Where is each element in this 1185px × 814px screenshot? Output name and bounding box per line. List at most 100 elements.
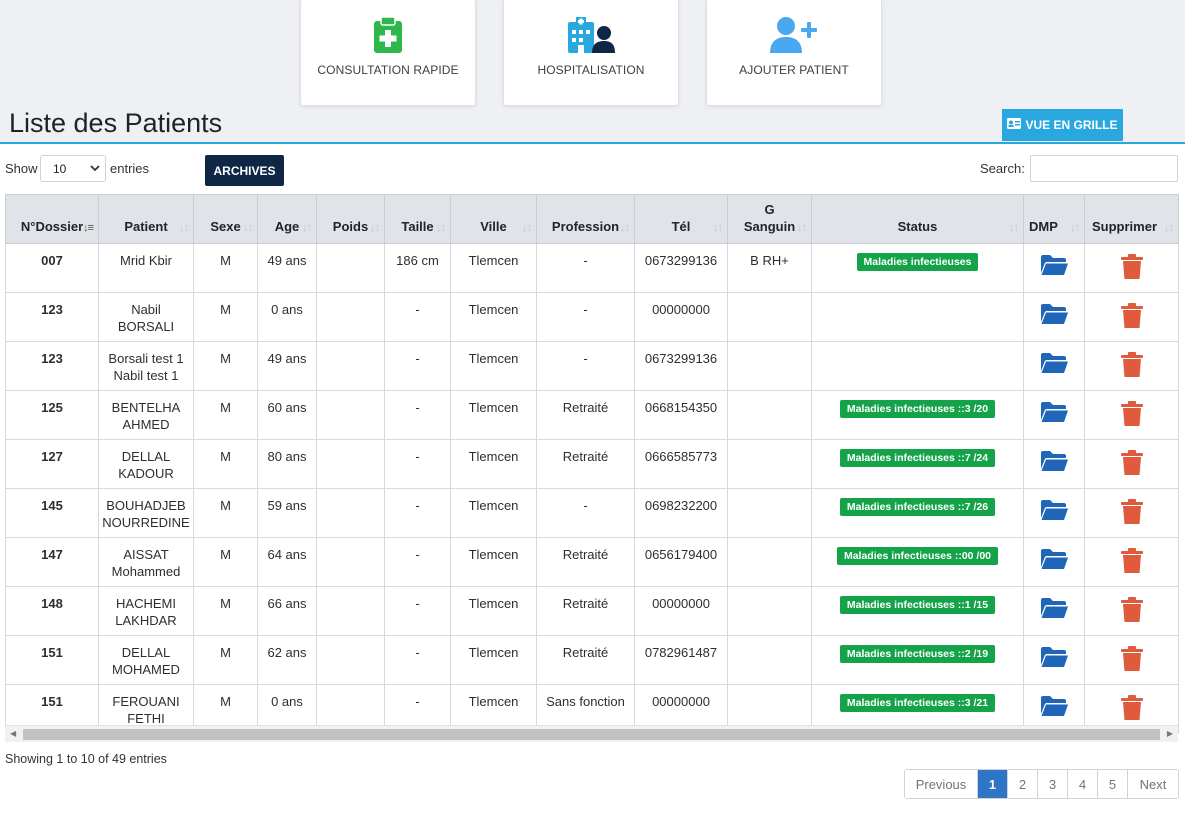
cell-tel: 0698232200 [634, 488, 728, 538]
scroll-left-icon[interactable]: ◀ [10, 729, 16, 738]
cell-dmp [1023, 586, 1085, 636]
cell-sexe: M [193, 439, 258, 489]
open-folder-icon[interactable] [1027, 644, 1081, 668]
cell-age: 64 ans [257, 537, 317, 587]
open-folder-icon[interactable] [1027, 399, 1081, 423]
previous-button[interactable]: Previous [905, 770, 978, 798]
cell-tel: 0782961487 [634, 635, 728, 685]
open-folder-icon[interactable] [1027, 350, 1081, 374]
table-header-row: N°Dossier ↓≡ Patient ↓↑ Sexe ↓↑ Age ↓↑ Poids… [5, 194, 1179, 244]
sort-icon: ↓↑ [179, 222, 189, 234]
header-dmp[interactable]: DMP ↓↑ [1023, 194, 1085, 244]
cell-gsanguin [727, 292, 812, 342]
status-badge: Maladies infectieuses ::3 /21 [839, 694, 996, 712]
cell-age: 62 ans [257, 635, 317, 685]
cell-profession: - [536, 488, 635, 538]
header-patient[interactable]: Patient ↓↑ [98, 194, 194, 244]
cell-supprimer [1084, 439, 1179, 489]
open-folder-icon[interactable] [1027, 301, 1081, 325]
open-folder-icon[interactable] [1027, 448, 1081, 472]
cell-patient: DELLAL KADOUR [98, 439, 194, 489]
trash-icon[interactable] [1088, 644, 1175, 672]
sort-icon: ↓↑ [1164, 222, 1174, 234]
cell-patient: BOUHADJEB NOURREDINE [98, 488, 194, 538]
consultation-rapide-card[interactable]: CONSULTATION RAPIDE [300, 0, 476, 106]
table-row: 148 HACHEMI LAKHDAR M 66 ans - Tlemcen Retrait… [5, 586, 1179, 636]
cell-ville: Tlemcen [450, 390, 537, 440]
page-4-button[interactable]: 4 [1068, 770, 1098, 798]
scrollbar-thumb[interactable] [23, 729, 1160, 740]
archives-button[interactable]: ARCHIVES [205, 155, 284, 186]
sort-icon: ↓↑ [302, 222, 312, 234]
sort-icon: ↓↑ [370, 222, 380, 234]
id-card-icon [1007, 118, 1022, 132]
ajouter-patient-card[interactable]: AJOUTER PATIENT [706, 0, 882, 106]
cell-taille: - [384, 292, 451, 342]
page-length-select[interactable]: 10 [40, 155, 106, 182]
sort-asc-icon: ↓≡ [83, 222, 94, 234]
header-taille[interactable]: Taille ↓↑ [384, 194, 451, 244]
sort-icon: ↓↑ [436, 222, 446, 234]
trash-icon[interactable] [1088, 301, 1175, 329]
table-row: 007 Mrid Kbir M 49 ans 186 cm Tlemcen -0673299… [5, 243, 1179, 293]
header-age[interactable]: Age ↓↑ [257, 194, 317, 244]
sort-icon: ↓↑ [243, 222, 253, 234]
cell-profession: - [536, 341, 635, 391]
cell-taille: - [384, 488, 451, 538]
header-dossier[interactable]: N°Dossier ↓≡ [5, 194, 99, 244]
next-button[interactable]: Next [1128, 770, 1178, 798]
trash-icon[interactable] [1088, 693, 1175, 721]
cell-poids [316, 635, 385, 685]
cell-dmp [1023, 243, 1085, 293]
trash-icon[interactable] [1088, 595, 1175, 623]
header-supprimer[interactable]: Supprimer ↓↑ [1084, 194, 1179, 244]
cell-sexe: M [193, 537, 258, 587]
header-gsanguin[interactable]: G Sanguin ↓↑ [727, 194, 812, 244]
cell-patient: BENTELHA AHMED [98, 390, 194, 440]
trash-icon[interactable] [1088, 399, 1175, 427]
header-status[interactable]: Status ↓↑ [811, 194, 1024, 244]
card-label: HOSPITALISATION [537, 63, 645, 77]
cell-patient: Mrid Kbir [98, 243, 194, 293]
cell-supprimer [1084, 635, 1179, 685]
cell-dossier: 127 [5, 439, 99, 489]
page-3-button[interactable]: 3 [1038, 770, 1068, 798]
cell-dossier: 148 [5, 586, 99, 636]
trash-icon[interactable] [1088, 497, 1175, 525]
open-folder-icon[interactable] [1027, 497, 1081, 521]
header-sexe[interactable]: Sexe ↓↑ [193, 194, 258, 244]
trash-icon[interactable] [1088, 546, 1175, 574]
cell-dossier: 123 [5, 292, 99, 342]
trash-icon[interactable] [1088, 252, 1175, 280]
open-folder-icon[interactable] [1027, 252, 1081, 276]
cell-taille: - [384, 341, 451, 391]
page-1-button[interactable]: 1 [978, 770, 1008, 798]
cell-poids [316, 341, 385, 391]
open-folder-icon[interactable] [1027, 693, 1081, 717]
scroll-right-icon[interactable]: ▶ [1167, 729, 1173, 738]
cell-age: 49 ans [257, 341, 317, 391]
trash-icon[interactable] [1088, 350, 1175, 378]
cell-sexe: M [193, 635, 258, 685]
page-5-button[interactable]: 5 [1098, 770, 1128, 798]
hospitalisation-card[interactable]: HOSPITALISATION [503, 0, 679, 106]
cell-gsanguin [727, 341, 812, 391]
header-ville[interactable]: Ville ↓↑ [450, 194, 537, 244]
page-2-button[interactable]: 2 [1008, 770, 1038, 798]
header-tel[interactable]: Tél ↓↑ [634, 194, 728, 244]
cell-taille: 186 cm [384, 243, 451, 293]
header-poids[interactable]: Poids ↓↑ [316, 194, 385, 244]
trash-icon[interactable] [1088, 448, 1175, 476]
horizontal-scrollbar[interactable]: ◀ ▶ [5, 725, 1178, 742]
cell-age: 60 ans [257, 390, 317, 440]
cell-gsanguin [727, 439, 812, 489]
cell-poids [316, 439, 385, 489]
open-folder-icon[interactable] [1027, 595, 1081, 619]
vue-en-grille-button[interactable]: VUE EN GRILLE [1002, 109, 1123, 141]
cell-dmp [1023, 292, 1085, 342]
open-folder-icon[interactable] [1027, 546, 1081, 570]
cell-ville: Tlemcen [450, 341, 537, 391]
search-input[interactable] [1030, 155, 1178, 182]
header-profession[interactable]: Profession ↓↑ [536, 194, 635, 244]
patients-table: N°Dossier ↓≡ Patient ↓↑ Sexe ↓↑ Age ↓↑ Poids… [5, 194, 1179, 734]
